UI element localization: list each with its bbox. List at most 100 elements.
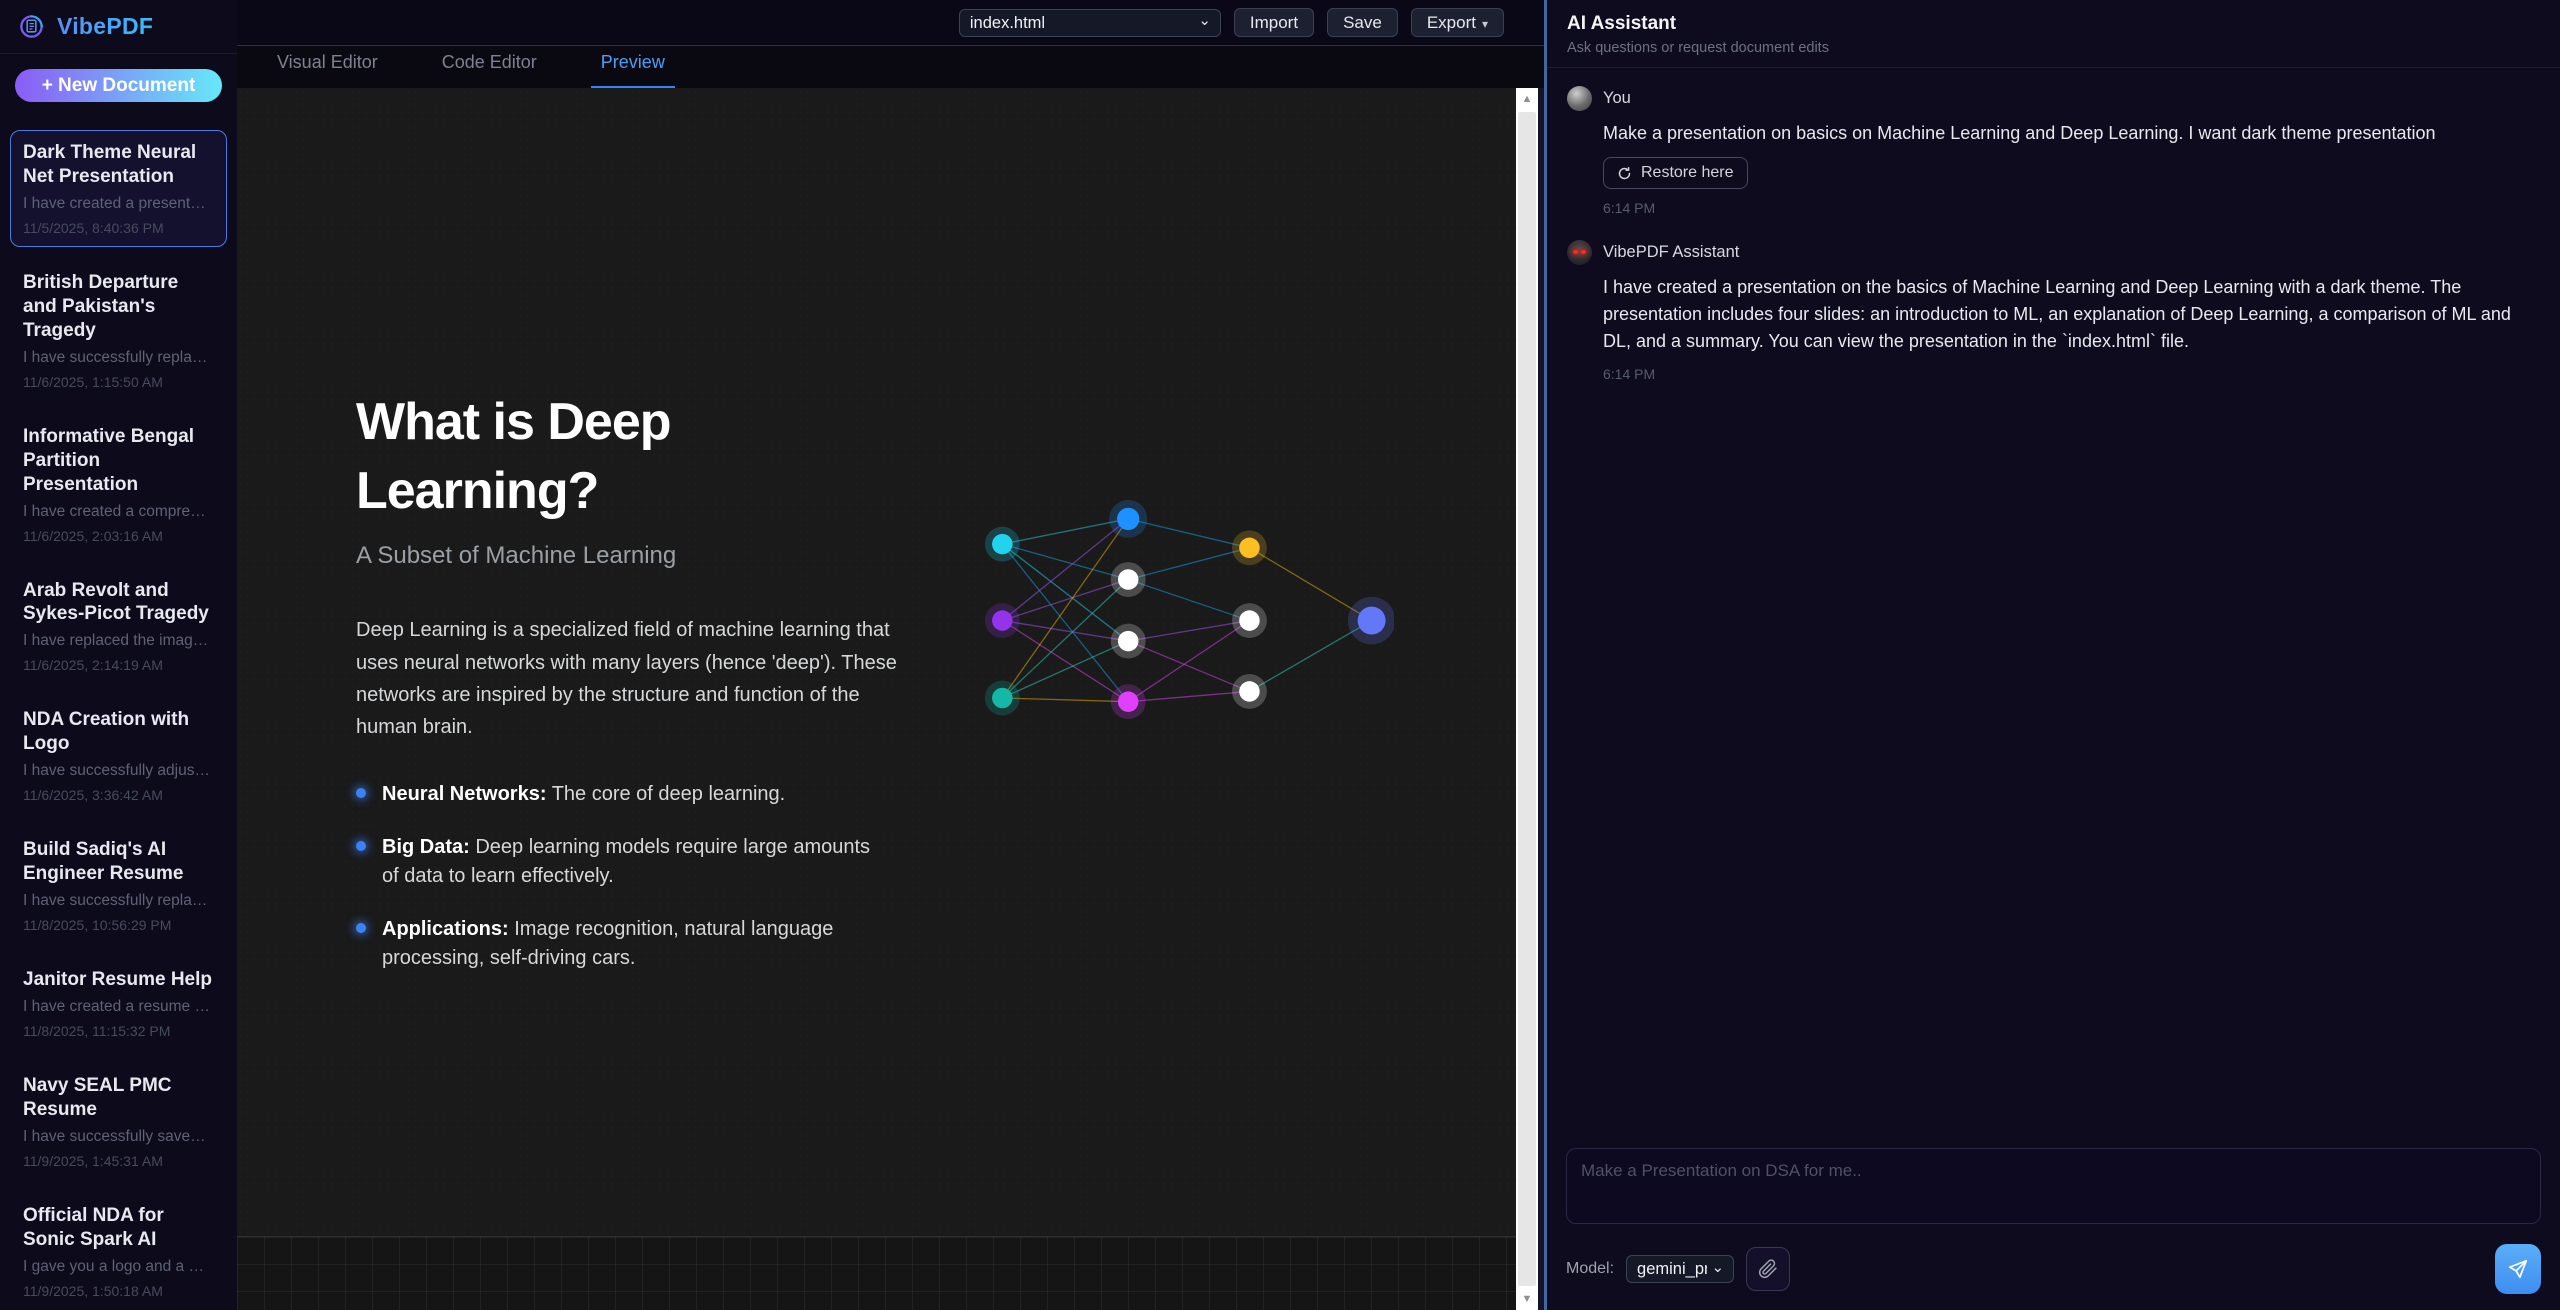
neural-network-diagram (979, 486, 1394, 729)
document-preview: I have successfully adjusted the Non-Di.… (23, 762, 214, 780)
scrollbar-down-icon[interactable]: ▼ (1516, 1288, 1538, 1310)
slide-text-column: What is Deep Learning? A Subset of Machi… (356, 388, 911, 997)
message-time: 6:14 PM (1603, 366, 2540, 382)
document-preview: I have created a comprehensive presen... (23, 503, 214, 521)
message-time: 6:14 PM (1603, 200, 2540, 216)
message-text: Make a presentation on basics on Machine… (1603, 120, 2540, 147)
assistant-message: VibePDF Assistant I have created a prese… (1567, 240, 2540, 382)
chat-composer: Model: gemini_pro (1547, 1134, 2560, 1310)
document-preview: I have successfully replaced all the inv… (23, 349, 214, 367)
list-item[interactable]: Navy SEAL PMC Resume I have successfully… (10, 1063, 227, 1180)
composer-row: Model: gemini_pro (1566, 1244, 2541, 1294)
file-select-wrap: index.html (959, 9, 1221, 37)
next-slide-grid (237, 1236, 1516, 1310)
attach-button[interactable] (1746, 1247, 1790, 1291)
document-list: Dark Theme Neural Net Presentation I hav… (0, 116, 237, 1310)
file-select[interactable]: index.html (959, 9, 1221, 37)
scrollbar-up-icon[interactable]: ▲ (1516, 88, 1538, 110)
document-title: Arab Revolt and Sykes-Picot Tragedy (23, 579, 214, 627)
sidebar: VibePDF + New Document Dark Theme Neural… (0, 0, 237, 1310)
slide-paragraph: Deep Learning is a specialized field of … (356, 614, 911, 744)
message-body: I have created a presentation on the bas… (1603, 274, 2540, 382)
tab-visual-editor[interactable]: Visual Editor (267, 52, 388, 88)
restore-here-button[interactable]: Restore here (1603, 157, 1748, 189)
document-title: Build Sadiq's AI Engineer Resume (23, 838, 214, 886)
document-title: Dark Theme Neural Net Presentation (23, 141, 214, 189)
list-item[interactable]: Informative Bengal Partition Presentatio… (10, 414, 227, 555)
message-list: You Make a presentation on basics on Mac… (1547, 68, 2560, 1134)
document-title: Janitor Resume Help (23, 968, 214, 992)
editor-tabbar: Visual Editor Code Editor Preview (237, 46, 1544, 88)
restore-icon (1617, 166, 1632, 181)
user-avatar (1567, 86, 1592, 111)
save-button[interactable]: Save (1327, 8, 1398, 37)
list-item[interactable]: NDA Creation with Logo I have successful… (10, 697, 227, 814)
export-button[interactable]: Export▾ (1411, 8, 1504, 37)
slide-bullet: Applications: Image recognition, natural… (356, 915, 876, 973)
export-caret-icon: ▾ (1482, 17, 1488, 31)
document-title: NDA Creation with Logo (23, 708, 214, 756)
document-timestamp: 11/8/2025, 10:56:29 PM (23, 917, 214, 933)
scrollbar-thumb[interactable] (1518, 112, 1536, 1286)
document-preview: I have created a resume for you. Please.… (23, 998, 214, 1016)
slide-bullet: Neural Networks: The core of deep learni… (356, 780, 876, 809)
document-timestamp: 11/8/2025, 11:15:32 PM (23, 1023, 214, 1039)
bullet-text: Neural Networks: The core of deep learni… (382, 780, 785, 809)
message-author: You (1603, 89, 1631, 108)
chat-input[interactable] (1566, 1148, 2541, 1224)
assistant-avatar (1567, 240, 1592, 265)
app-root: VibePDF + New Document Dark Theme Neural… (0, 0, 2560, 1310)
document-title: Informative Bengal Partition Presentatio… (23, 425, 214, 497)
preview-scrollbar[interactable]: ▲ ▼ (1516, 88, 1538, 1310)
ai-assistant-panel: AI Assistant Ask questions or request do… (1547, 0, 2560, 1310)
bullet-text: Applications: Image recognition, natural… (382, 915, 876, 973)
new-document-button[interactable]: + New Document (15, 69, 222, 102)
message-text: I have created a presentation on the bas… (1603, 274, 2540, 355)
list-item[interactable]: Build Sadiq's AI Engineer Resume I have … (10, 827, 227, 944)
tab-preview[interactable]: Preview (591, 52, 675, 88)
slide-bullet-list: Neural Networks: The core of deep learni… (356, 780, 876, 973)
paperclip-icon (1758, 1259, 1778, 1279)
import-button[interactable]: Import (1234, 8, 1314, 37)
send-button[interactable] (2495, 1244, 2541, 1294)
app-logo-icon (18, 13, 45, 40)
document-preview: I have replaced the image on the third .… (23, 632, 214, 650)
preview-row: What is Deep Learning? A Subset of Machi… (237, 88, 1544, 1310)
document-preview: I have successfully replaced the 'Power.… (23, 892, 214, 910)
document-title: Official NDA for Sonic Spark AI (23, 1204, 214, 1252)
model-select[interactable]: gemini_pro (1626, 1255, 1734, 1283)
editor-toolbar: index.html Import Save Export▾ (237, 0, 1544, 46)
document-timestamp: 11/9/2025, 1:50:18 AM (23, 1283, 214, 1299)
tab-code-editor[interactable]: Code Editor (432, 52, 547, 88)
slide-subtitle: A Subset of Machine Learning (356, 542, 911, 570)
message-body: Make a presentation on basics on Machine… (1603, 120, 2540, 216)
document-title: Navy SEAL PMC Resume (23, 1074, 214, 1122)
model-select-wrap: gemini_pro (1626, 1255, 1734, 1283)
send-icon (2507, 1258, 2529, 1280)
document-timestamp: 11/5/2025, 8:40:36 PM (23, 220, 214, 236)
preview-pane: What is Deep Learning? A Subset of Machi… (237, 88, 1516, 1310)
slide-title: What is Deep Learning? (356, 388, 786, 526)
bullet-dot-icon (356, 788, 366, 798)
message-author: VibePDF Assistant (1603, 243, 1739, 262)
list-item[interactable]: Official NDA for Sonic Spark AI I gave y… (10, 1193, 227, 1310)
bullet-dot-icon (356, 923, 366, 933)
list-item[interactable]: Dark Theme Neural Net Presentation I hav… (10, 130, 227, 247)
list-item[interactable]: British Departure and Pakistan's Tragedy… (10, 260, 227, 401)
document-title: British Departure and Pakistan's Tragedy (23, 271, 214, 343)
bullet-dot-icon (356, 841, 366, 851)
assistant-header: AI Assistant Ask questions or request do… (1547, 0, 2560, 68)
document-timestamp: 11/6/2025, 2:14:19 AM (23, 657, 214, 673)
user-message: You Make a presentation on basics on Mac… (1567, 86, 2540, 216)
main-area: index.html Import Save Export▾ Visual Ed… (237, 0, 1544, 1310)
list-item[interactable]: Arab Revolt and Sykes-Picot Tragedy I ha… (10, 568, 227, 685)
message-head: VibePDF Assistant (1567, 240, 2540, 265)
slide-bullet: Big Data: Deep learning models require l… (356, 833, 876, 891)
document-timestamp: 11/6/2025, 1:15:50 AM (23, 374, 214, 390)
sidebar-header: VibePDF (0, 0, 237, 54)
app-title: VibePDF (57, 13, 153, 40)
document-timestamp: 11/6/2025, 2:03:16 AM (23, 528, 214, 544)
list-item[interactable]: Janitor Resume Help I have created a res… (10, 957, 227, 1050)
assistant-subtitle: Ask questions or request document edits (1567, 40, 2540, 56)
document-timestamp: 11/6/2025, 3:36:42 AM (23, 787, 214, 803)
